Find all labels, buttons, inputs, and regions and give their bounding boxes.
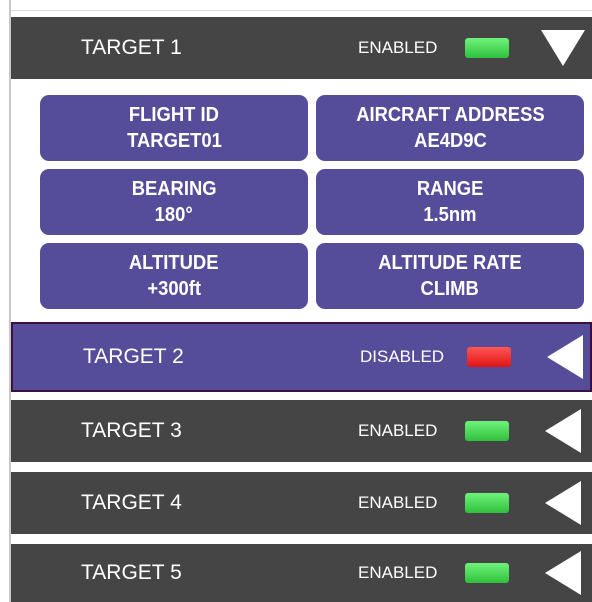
altitude-rate-label: ALTITUDE RATE xyxy=(378,252,522,274)
altitude-rate-value: CLIMB xyxy=(420,278,480,300)
target-label: TARGET 1 xyxy=(81,36,182,59)
bearing-tile: BEARING 180° xyxy=(40,169,308,235)
target-row-5[interactable]: TARGET 5 ENABLED xyxy=(11,544,592,602)
target-row-2[interactable]: TARGET 2 DISABLED xyxy=(11,322,592,392)
status-indicator-disabled[interactable] xyxy=(467,347,511,367)
target-label: TARGET 3 xyxy=(81,419,182,442)
aircraft-address-label: AIRCRAFT ADDRESS xyxy=(355,104,545,126)
range-value: 1.5nm xyxy=(423,204,477,226)
target-row-3[interactable]: TARGET 3 ENABLED xyxy=(11,400,592,462)
altitude-rate-tile: ALTITUDE RATE CLIMB xyxy=(316,243,584,309)
aircraft-address-value: AE4D9C xyxy=(413,130,487,152)
target-row-4[interactable]: TARGET 4 ENABLED xyxy=(11,472,592,534)
bearing-label: BEARING xyxy=(131,178,217,200)
chevron-down-icon[interactable] xyxy=(541,30,585,66)
altitude-tile: ALTITUDE +300ft xyxy=(40,243,308,309)
flight-id-label: FLIGHT ID xyxy=(129,104,219,126)
target-status: ENABLED xyxy=(358,563,438,582)
target-label: TARGET 5 xyxy=(81,561,182,584)
chevron-left-icon[interactable] xyxy=(545,481,581,525)
flight-id-value: TARGET01 xyxy=(126,130,222,152)
aircraft-address-tile: AIRCRAFT ADDRESS AE4D9C xyxy=(316,95,584,161)
status-indicator-enabled[interactable] xyxy=(465,563,509,583)
range-tile: RANGE 1.5nm xyxy=(316,169,584,235)
target-label: TARGET 4 xyxy=(81,491,182,514)
chevron-left-icon[interactable] xyxy=(547,335,583,379)
target-status: DISABLED xyxy=(360,347,445,366)
status-indicator-enabled[interactable] xyxy=(465,421,509,441)
bearing-value: 180° xyxy=(154,204,194,226)
altitude-label: ALTITUDE xyxy=(129,252,219,274)
target-status: ENABLED xyxy=(358,493,438,512)
target-row-1[interactable]: TARGET 1 ENABLED xyxy=(11,17,592,79)
flight-id-tile: FLIGHT ID TARGET01 xyxy=(40,95,308,161)
top-border xyxy=(11,10,592,11)
target-status: ENABLED xyxy=(358,38,438,57)
target-1-details: FLIGHT ID TARGET01 AIRCRAFT ADDRESS AE4D… xyxy=(11,82,592,314)
altitude-value: +300ft xyxy=(147,278,201,300)
status-indicator-enabled[interactable] xyxy=(465,493,509,513)
target-status: ENABLED xyxy=(358,421,438,440)
status-indicator-enabled[interactable] xyxy=(465,38,509,58)
target-label: TARGET 2 xyxy=(83,345,184,368)
chevron-left-icon[interactable] xyxy=(545,551,581,595)
chevron-left-icon[interactable] xyxy=(545,409,581,453)
range-label: RANGE xyxy=(416,178,484,200)
